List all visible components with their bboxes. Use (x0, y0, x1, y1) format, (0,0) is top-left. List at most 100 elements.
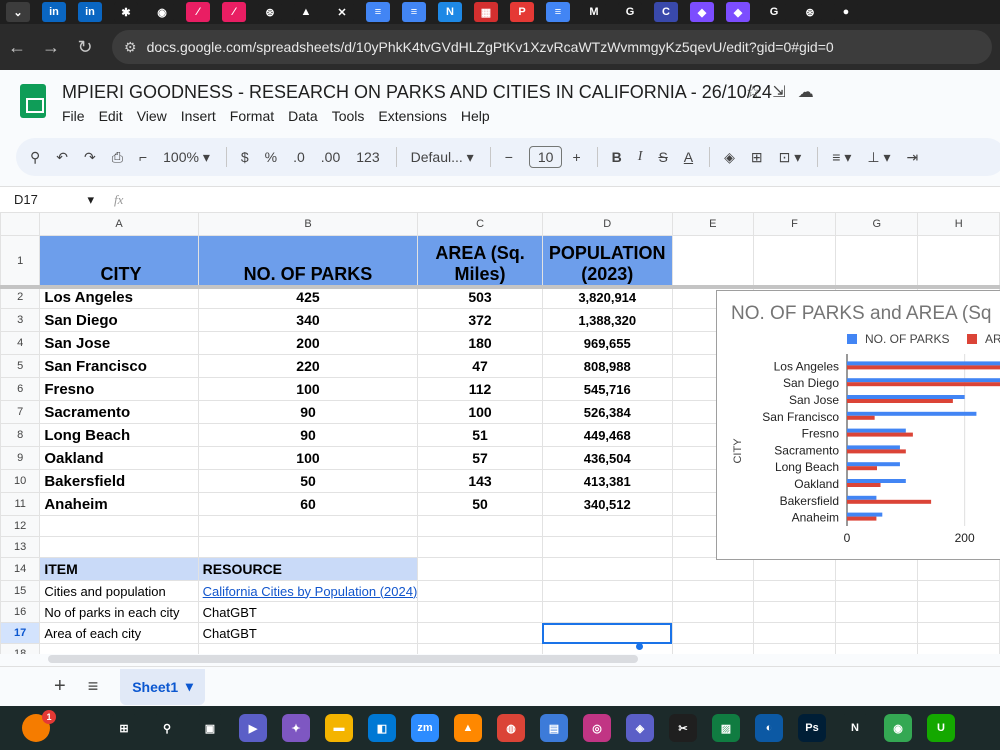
empty-cell[interactable] (835, 601, 919, 623)
all-sheets-icon[interactable]: ≡ (88, 676, 99, 697)
data-cell[interactable]: 340 (197, 308, 419, 332)
asterisk-icon[interactable]: ✱ (114, 2, 138, 22)
number-format-button[interactable]: 123 (356, 149, 379, 165)
resource-cell[interactable]: ChatGBT (197, 601, 419, 623)
data-cell[interactable]: 50 (417, 492, 543, 516)
data-cell[interactable]: Fresno (39, 377, 199, 401)
capcut-icon[interactable]: ✂ (669, 714, 697, 742)
data-cell[interactable]: 90 (197, 423, 419, 447)
document-title[interactable]: MPIERI GOODNESS - RESEARCH ON PARKS AND … (62, 82, 772, 103)
selection-fill-handle[interactable] (636, 643, 643, 650)
vlc-icon[interactable]: ▲ (454, 714, 482, 742)
site-settings-icon[interactable]: ⚙ (124, 39, 137, 56)
data-cell[interactable]: Bakersfield (39, 469, 199, 493)
row-header[interactable]: 4 (0, 331, 41, 355)
empty-cell[interactable] (917, 235, 1000, 286)
menu-item-tools[interactable]: Tools (332, 108, 365, 124)
empty-cell[interactable] (541, 536, 673, 558)
row-header[interactable]: 9 (0, 446, 41, 470)
empty-cell[interactable] (39, 515, 199, 537)
add-sheet-button[interactable]: + (54, 675, 66, 698)
horizontal-align-icon[interactable]: ≡ ▾ (832, 149, 851, 166)
data-cell[interactable]: 100 (197, 446, 419, 470)
data-cell[interactable]: 969,655 (541, 331, 673, 355)
github-icon[interactable]: ● (834, 2, 858, 22)
menu-item-help[interactable]: Help (461, 108, 490, 124)
data-cell[interactable]: 180 (417, 331, 543, 355)
strikethrough-icon[interactable]: S (658, 149, 667, 165)
data-cell[interactable]: 143 (417, 469, 543, 493)
empty-cell[interactable] (917, 643, 1000, 654)
fill-color-icon[interactable]: ◈ (724, 149, 735, 166)
row-header[interactable]: 6 (0, 377, 41, 401)
empty-cell[interactable] (671, 643, 755, 654)
menu-item-data[interactable]: Data (288, 108, 318, 124)
empty-cell[interactable] (835, 622, 919, 644)
grid-app-icon[interactable]: ▦ (474, 2, 498, 22)
data-cell[interactable]: Sacramento (39, 400, 199, 424)
row-header[interactable]: 7 (0, 400, 41, 424)
vertical-align-icon[interactable]: ⊥ ▾ (867, 149, 890, 166)
empty-cell[interactable] (541, 557, 673, 581)
resource-cell[interactable]: ChatGBT (197, 622, 419, 644)
resource-item-cell[interactable]: No of parks in each city (39, 601, 199, 623)
menu-item-insert[interactable]: Insert (181, 108, 216, 124)
move-folder-icon[interactable]: ⇲ (772, 84, 797, 101)
docs-icon[interactable]: ≡ (546, 2, 570, 22)
menu-item-file[interactable]: File (62, 108, 85, 124)
search-menus-icon[interactable]: ⚲ (30, 149, 40, 166)
empty-cell[interactable] (671, 601, 755, 623)
data-cell[interactable]: San Jose (39, 331, 199, 355)
zoom-select[interactable]: 100% ▾ (163, 149, 210, 166)
data-cell[interactable]: San Diego (39, 308, 199, 332)
data-cell[interactable]: 808,988 (541, 354, 673, 378)
menu-item-edit[interactable]: Edit (99, 108, 123, 124)
data-cell[interactable]: 47 (417, 354, 543, 378)
row-header[interactable]: 8 (0, 423, 41, 447)
empty-cell[interactable] (835, 235, 919, 286)
edge-icon[interactable]: ◐ (755, 714, 783, 742)
font-size-decrease-icon[interactable]: − (505, 149, 513, 165)
zoom-icon[interactable]: zm (411, 714, 439, 742)
sheet-tab[interactable]: Sheet1 ▾ (120, 668, 205, 705)
empty-cell[interactable] (417, 580, 543, 602)
data-cell[interactable]: Anaheim (39, 492, 199, 516)
data-cell[interactable]: 545,716 (541, 377, 673, 401)
instagram-icon[interactable]: ◎ (583, 714, 611, 742)
empty-cell[interactable] (541, 580, 673, 602)
row-header[interactable]: 11 (0, 492, 41, 516)
undo-icon[interactable]: ↶ (56, 149, 68, 166)
drive-icon[interactable]: ▲ (294, 2, 318, 22)
font-size-input[interactable]: 10 (528, 146, 563, 168)
row-header[interactable]: 17 (0, 622, 41, 644)
windows-start-icon[interactable]: ⊞ (110, 714, 138, 742)
data-cell[interactable]: 200 (197, 331, 419, 355)
empty-cell[interactable] (753, 643, 837, 654)
empty-cell[interactable] (671, 580, 755, 602)
back-icon[interactable]: ← (0, 37, 34, 58)
empty-cell[interactable] (835, 580, 919, 602)
file-explorer-icon[interactable]: ▬ (325, 714, 353, 742)
empty-cell[interactable] (917, 622, 1000, 644)
italic-icon[interactable]: I (638, 149, 643, 165)
resource-header-cell[interactable]: RESOURCE (197, 557, 419, 581)
empty-cell[interactable] (753, 622, 837, 644)
column-header[interactable]: E (671, 212, 755, 236)
data-cell[interactable]: 220 (197, 354, 419, 378)
row-header[interactable]: 15 (0, 580, 41, 602)
shield-icon[interactable]: ◆ (690, 2, 714, 22)
docs-icon[interactable]: ≡ (366, 2, 390, 22)
globe-icon[interactable]: ◉ (150, 2, 174, 22)
app-n-icon[interactable]: N (438, 2, 462, 22)
data-cell[interactable]: 526,384 (541, 400, 673, 424)
column-header[interactable]: B (197, 212, 419, 236)
empty-cell[interactable] (753, 601, 837, 623)
data-cell[interactable]: 51 (417, 423, 543, 447)
empty-cell[interactable] (671, 622, 755, 644)
column-title-cell[interactable]: AREA (Sq. Miles) (417, 235, 543, 286)
decrease-decimal-button[interactable]: .0 (293, 149, 305, 165)
close-icon[interactable]: ✕ (330, 2, 354, 22)
empty-cell[interactable] (671, 235, 755, 286)
row-header[interactable]: 3 (0, 308, 41, 332)
text-wrap-icon[interactable]: ⇥ (907, 149, 919, 166)
